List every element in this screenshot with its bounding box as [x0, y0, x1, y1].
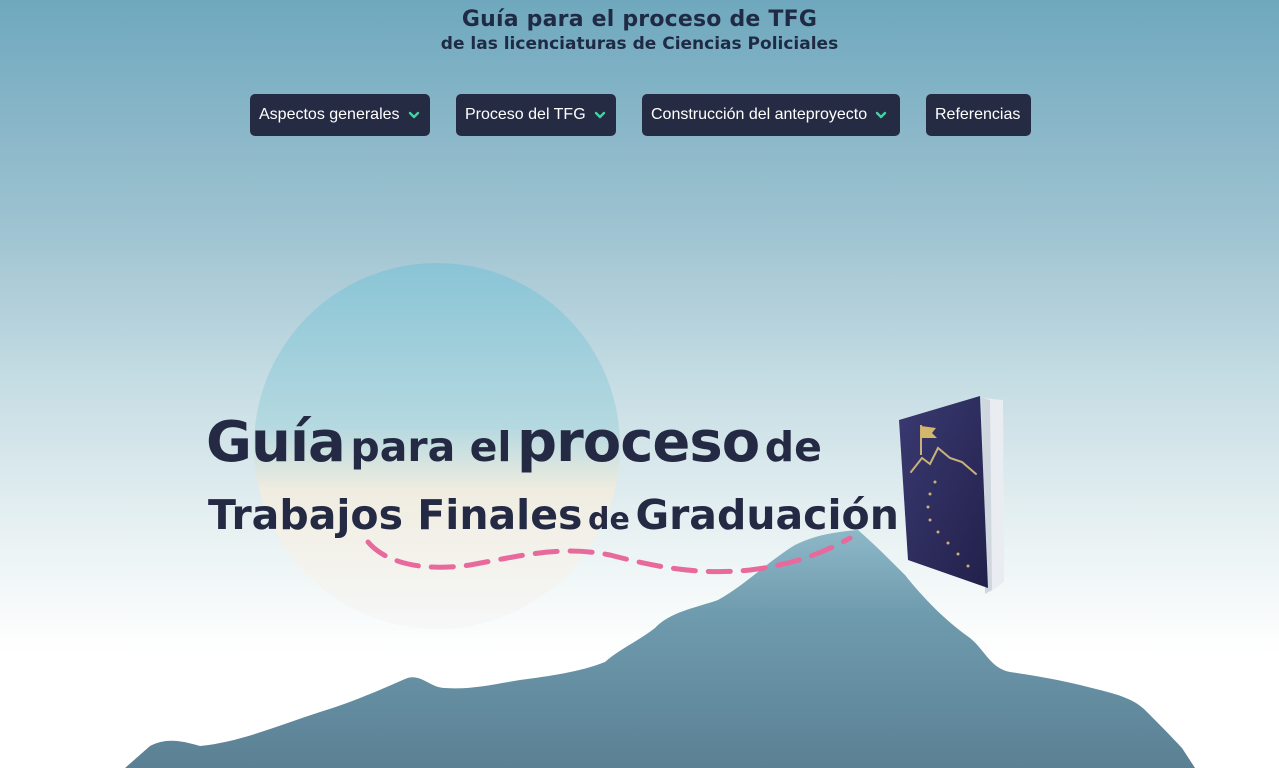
- nav-referencias[interactable]: Referencias: [926, 94, 1031, 136]
- nav-aspectos-generales[interactable]: Aspectos generales: [250, 94, 430, 136]
- chevron-down-icon: [594, 111, 605, 119]
- book-icon: [899, 396, 1004, 594]
- hero-title-line1: Guía para el proceso de: [206, 415, 822, 471]
- hero-word: proceso: [517, 410, 760, 475]
- hero-word: de: [764, 423, 822, 471]
- hero-title-line2: Trabajos Finales de Graduación: [208, 495, 899, 536]
- hero-word: de: [588, 502, 630, 537]
- site-header: Guía para el proceso de TFG de las licen…: [0, 0, 1279, 54]
- hero-word: para el: [350, 423, 512, 471]
- nav-proceso-del-tfg[interactable]: Proceso del TFG: [456, 94, 616, 136]
- chevron-down-icon: [408, 111, 419, 119]
- hero-illustration: [125, 263, 1195, 768]
- nav-label: Construcción del anteproyecto: [651, 106, 868, 123]
- site-title: Guía para el proceso de TFG: [461, 7, 818, 32]
- hero-word: Trabajos Finales: [208, 491, 583, 539]
- nav-label: Aspectos generales: [259, 106, 400, 123]
- hero-word: Graduación: [635, 491, 899, 539]
- nav-label: Referencias: [935, 106, 1021, 123]
- nav-label: Proceso del TFG: [465, 106, 586, 123]
- chevron-down-icon: [875, 111, 887, 119]
- nav-construccion-anteproyecto[interactable]: Construcción del anteproyecto: [642, 94, 900, 136]
- site-subtitle: de las licenciaturas de Ciencias Policia…: [440, 34, 839, 54]
- hero-word: Guía: [206, 410, 346, 475]
